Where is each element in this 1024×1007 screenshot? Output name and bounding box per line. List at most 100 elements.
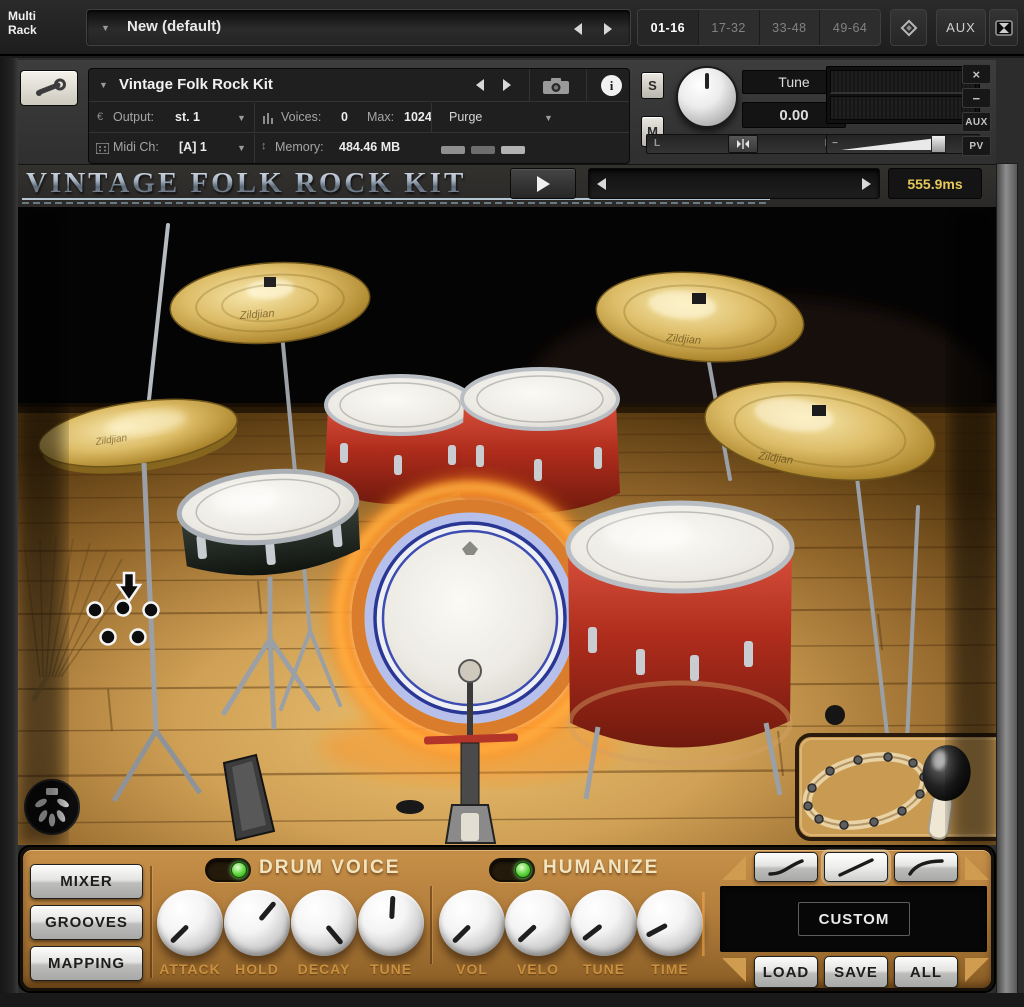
tune-label-dv: TUNE: [351, 961, 431, 977]
save-button[interactable]: SAVE: [824, 956, 888, 988]
ni-diamond-button[interactable]: [890, 9, 927, 46]
pan-thumb[interactable]: [728, 135, 758, 153]
prev-preset-arrow-icon[interactable]: [574, 23, 582, 35]
all-button[interactable]: ALL: [894, 956, 958, 988]
rack-body: ▼ Vintage Folk Rock Kit i €: [0, 58, 1024, 1007]
chevron-down-icon[interactable]: ▼: [544, 113, 553, 123]
custom-curve-button[interactable]: CUSTOM: [798, 902, 910, 936]
bottom-strip: [0, 993, 1024, 1007]
banner-underline-dashed: [22, 202, 770, 204]
info-button[interactable]: i: [601, 75, 622, 96]
time-label: TIME: [630, 961, 710, 977]
multi-preset-selector[interactable]: ▼ New (default): [86, 9, 631, 46]
midi-value[interactable]: [A] 1: [179, 140, 207, 154]
curve-linear-button[interactable]: [824, 852, 888, 882]
chevron-down-icon[interactable]: ▼: [237, 113, 246, 123]
horizontal-scrollbar[interactable]: [588, 168, 880, 199]
kontakt-rack-window: Multi Rack ▼ New (default) 01-16 17-32 3…: [0, 0, 1024, 1007]
memory-label: Memory:: [275, 140, 324, 154]
edit-instrument-button[interactable]: [20, 70, 78, 106]
toggle-on-icon: [515, 862, 531, 878]
snapshot-camera-icon[interactable]: [541, 77, 571, 95]
curve-ease-out-button[interactable]: [894, 852, 958, 882]
mic-dot: [825, 705, 845, 725]
solo-button[interactable]: S: [641, 72, 664, 99]
keyboard-view-button[interactable]: [989, 9, 1018, 46]
purge-menu[interactable]: Purge: [449, 110, 482, 124]
velo-knob[interactable]: [505, 890, 571, 956]
mapping-button[interactable]: MAPPING: [30, 946, 143, 981]
ease-in-curve-icon: [766, 856, 806, 878]
minimize-button[interactable]: −: [962, 88, 991, 108]
time-knob[interactable]: [637, 890, 703, 956]
midi-memory-row: Midi Ch: [A] 1 ▼ ↕ Memory: 484.46 MB: [89, 134, 629, 163]
midi-channel-icon: [96, 143, 109, 154]
right-scroll-rail[interactable]: [996, 163, 1018, 1005]
attack-knob[interactable]: [157, 890, 223, 956]
accent-triangle: [965, 958, 989, 982]
max-value[interactable]: 1024: [404, 110, 432, 124]
tune-knob[interactable]: [676, 66, 738, 128]
vignette-right: [950, 207, 996, 845]
vignette-left: [18, 207, 64, 845]
pan-left-label: L: [654, 138, 660, 149]
tab-17-32[interactable]: 17-32: [699, 10, 760, 45]
vol-knob[interactable]: [439, 890, 505, 956]
humanize-toggle[interactable]: [489, 858, 535, 882]
output-label: Output:: [113, 110, 154, 124]
kit-title: VINTAGE FOLK ROCK KIT: [26, 167, 466, 200]
close-button[interactable]: ×: [962, 64, 991, 84]
level-meters: [826, 66, 980, 124]
knob-pointer: [705, 73, 709, 89]
meter-left: [830, 70, 976, 94]
svg-text:Zildjian: Zildjian: [238, 308, 275, 322]
tune-knob-dv[interactable]: [358, 890, 424, 956]
tab-01-16[interactable]: 01-16: [638, 10, 699, 45]
play-button[interactable]: [510, 168, 576, 199]
volume-wedge: [841, 138, 937, 150]
humanize-title: HUMANIZE: [543, 857, 659, 879]
voices-label: Voices:: [281, 110, 321, 124]
linear-curve-icon: [836, 856, 876, 878]
memory-icon: ↕: [261, 140, 267, 152]
output-value[interactable]: st. 1: [175, 110, 200, 124]
instrument-info-block: ▼ Vintage Folk Rock Kit i €: [88, 68, 630, 164]
prev-instrument-icon[interactable]: [476, 79, 484, 91]
ni-diamond-icon: [898, 17, 920, 39]
memory-value: 484.46 MB: [339, 140, 400, 154]
volume-slider[interactable]: − +: [826, 134, 980, 154]
instrument-title: Vintage Folk Rock Kit: [119, 76, 273, 93]
decay-knob[interactable]: [291, 890, 357, 956]
aux-sends-button[interactable]: aux: [962, 112, 991, 132]
hold-knob[interactable]: [224, 890, 290, 956]
aux-view-button[interactable]: AUX: [936, 9, 986, 46]
chevron-down-icon[interactable]: ▼: [237, 143, 246, 153]
scroll-right-icon[interactable]: [862, 178, 871, 190]
pan-slider[interactable]: L R: [646, 134, 840, 154]
output-voices-row: € Output: st. 1 ▼ Voices: 0 Max: 1024 Pu…: [89, 103, 629, 133]
curve-display: CUSTOM: [720, 886, 987, 952]
grooves-button[interactable]: GROOVES: [30, 905, 143, 940]
voices-icon: [262, 112, 274, 124]
performance-panel: MIXER GROOVES MAPPING DRUM VOICE: [23, 850, 991, 988]
purge-meter-dash: [471, 146, 495, 154]
performance-view-button[interactable]: pv: [962, 136, 991, 156]
curve-ease-in-button[interactable]: [754, 852, 818, 882]
drum-voice-toggle[interactable]: [205, 858, 251, 882]
mixer-button[interactable]: MIXER: [30, 864, 143, 899]
tune-knob-hum[interactable]: [571, 890, 637, 956]
keyboard-view-icon: [994, 18, 1014, 38]
load-button[interactable]: LOAD: [754, 956, 818, 988]
volume-thumb[interactable]: [931, 135, 946, 153]
accent-triangle: [722, 856, 746, 880]
instrument-banner: VINTAGE FOLK ROCK KIT 555.9ms: [18, 165, 996, 207]
tab-49-64[interactable]: 49-64: [820, 10, 880, 45]
accent-triangle: [722, 958, 746, 982]
next-instrument-icon[interactable]: [503, 79, 511, 91]
scroll-left-icon[interactable]: [597, 178, 606, 190]
tab-33-48[interactable]: 33-48: [760, 10, 821, 45]
chevron-down-icon[interactable]: ▼: [99, 80, 108, 90]
meter-right: [830, 96, 976, 120]
drum-kit-stage[interactable]: Zildjian Zildjian: [18, 207, 996, 845]
next-preset-arrow-icon[interactable]: [604, 23, 612, 35]
